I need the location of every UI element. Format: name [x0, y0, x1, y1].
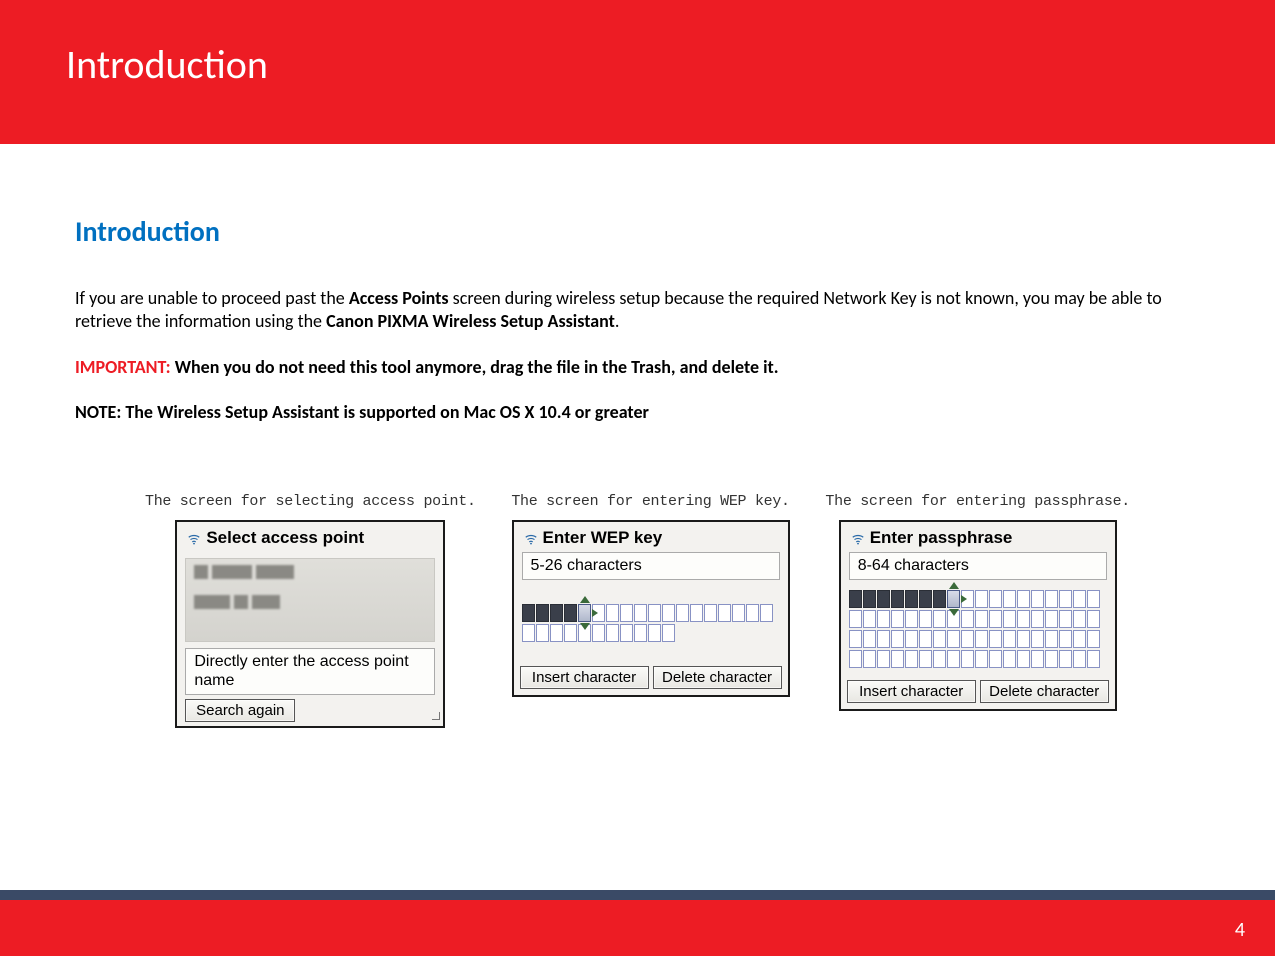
screen-wep-caption: The screen for entering WEP key.	[511, 493, 789, 510]
arrow-right-icon	[961, 595, 967, 603]
list-item[interactable]	[194, 565, 426, 581]
list-item[interactable]	[194, 595, 426, 611]
delete-character-button[interactable]: Delete character	[980, 680, 1109, 703]
resize-grip-icon	[432, 712, 440, 720]
intro-bold-assistant: Canon PIXMA Wireless Setup Assistant	[326, 310, 615, 332]
directly-enter-option[interactable]: Directly enter the access point name	[185, 648, 435, 695]
page-number: 4	[1235, 918, 1245, 942]
content-area: Introduction If you are unable to procee…	[0, 144, 1275, 728]
footer-accent-strip	[0, 890, 1275, 900]
arrow-up-icon	[580, 596, 590, 603]
search-again-button[interactable]: Search again	[185, 699, 295, 722]
screen-wep-title-row: Enter WEP key	[514, 522, 788, 552]
wep-char-range: 5-26 characters	[522, 552, 780, 580]
wep-char-grid[interactable]	[522, 604, 780, 642]
screen-wep-col: The screen for entering WEP key. Enter W…	[511, 493, 789, 728]
screen-access-point-col: The screen for selecting access point. S…	[145, 493, 476, 728]
screen-passphrase-title-row: Enter passphrase	[841, 522, 1115, 552]
section-subtitle: Introduction	[75, 214, 1200, 249]
wifi-icon	[851, 531, 865, 545]
cursor-cell[interactable]	[947, 590, 960, 608]
screen-access-point: Select access point Directly enter the a…	[175, 520, 445, 728]
arrow-right-icon	[592, 609, 598, 617]
screenshots-row: The screen for selecting access point. S…	[75, 493, 1200, 728]
wifi-icon	[524, 531, 538, 545]
screen-passphrase-caption: The screen for entering passphrase.	[825, 493, 1130, 510]
arrow-down-icon	[580, 623, 590, 630]
insert-character-button[interactable]: Insert character	[847, 680, 976, 703]
intro-text-pre: If you are unable to proceed past the	[75, 287, 349, 309]
delete-character-button[interactable]: Delete character	[653, 666, 782, 689]
passphrase-char-grid[interactable]	[849, 590, 1107, 668]
intro-bold-access-points: Access Points	[349, 287, 449, 309]
passphrase-char-range: 8-64 characters	[849, 552, 1107, 580]
screen-access-point-title-row: Select access point	[177, 522, 443, 552]
screen-passphrase-title: Enter passphrase	[870, 528, 1013, 548]
footer-band: 4	[0, 900, 1275, 956]
arrow-up-icon	[949, 582, 959, 589]
access-point-list[interactable]	[185, 558, 435, 642]
screen-wep: Enter WEP key 5-26 characters	[512, 520, 790, 697]
screen-wep-title: Enter WEP key	[543, 528, 663, 548]
page-title: Introduction	[66, 40, 1209, 89]
screen-passphrase-col: The screen for entering passphrase. Ente…	[825, 493, 1130, 728]
wifi-icon	[187, 531, 201, 545]
arrow-down-icon	[949, 609, 959, 616]
important-text: When you do not need this tool anymore, …	[175, 356, 779, 378]
important-line: IMPORTANT: When you do not need this too…	[75, 356, 1200, 379]
header-band: Introduction	[0, 0, 1275, 144]
note-line: NOTE: The Wireless Setup Assistant is su…	[75, 401, 1200, 423]
screen-access-point-title: Select access point	[206, 528, 364, 548]
intro-text-end: .	[615, 310, 620, 332]
cursor-cell[interactable]	[578, 604, 591, 622]
important-label: IMPORTANT:	[75, 356, 175, 378]
intro-paragraph: If you are unable to proceed past the Ac…	[75, 287, 1200, 334]
screen-passphrase: Enter passphrase 8-64 characters	[839, 520, 1117, 711]
screen-access-point-caption: The screen for selecting access point.	[145, 493, 476, 510]
insert-character-button[interactable]: Insert character	[520, 666, 649, 689]
